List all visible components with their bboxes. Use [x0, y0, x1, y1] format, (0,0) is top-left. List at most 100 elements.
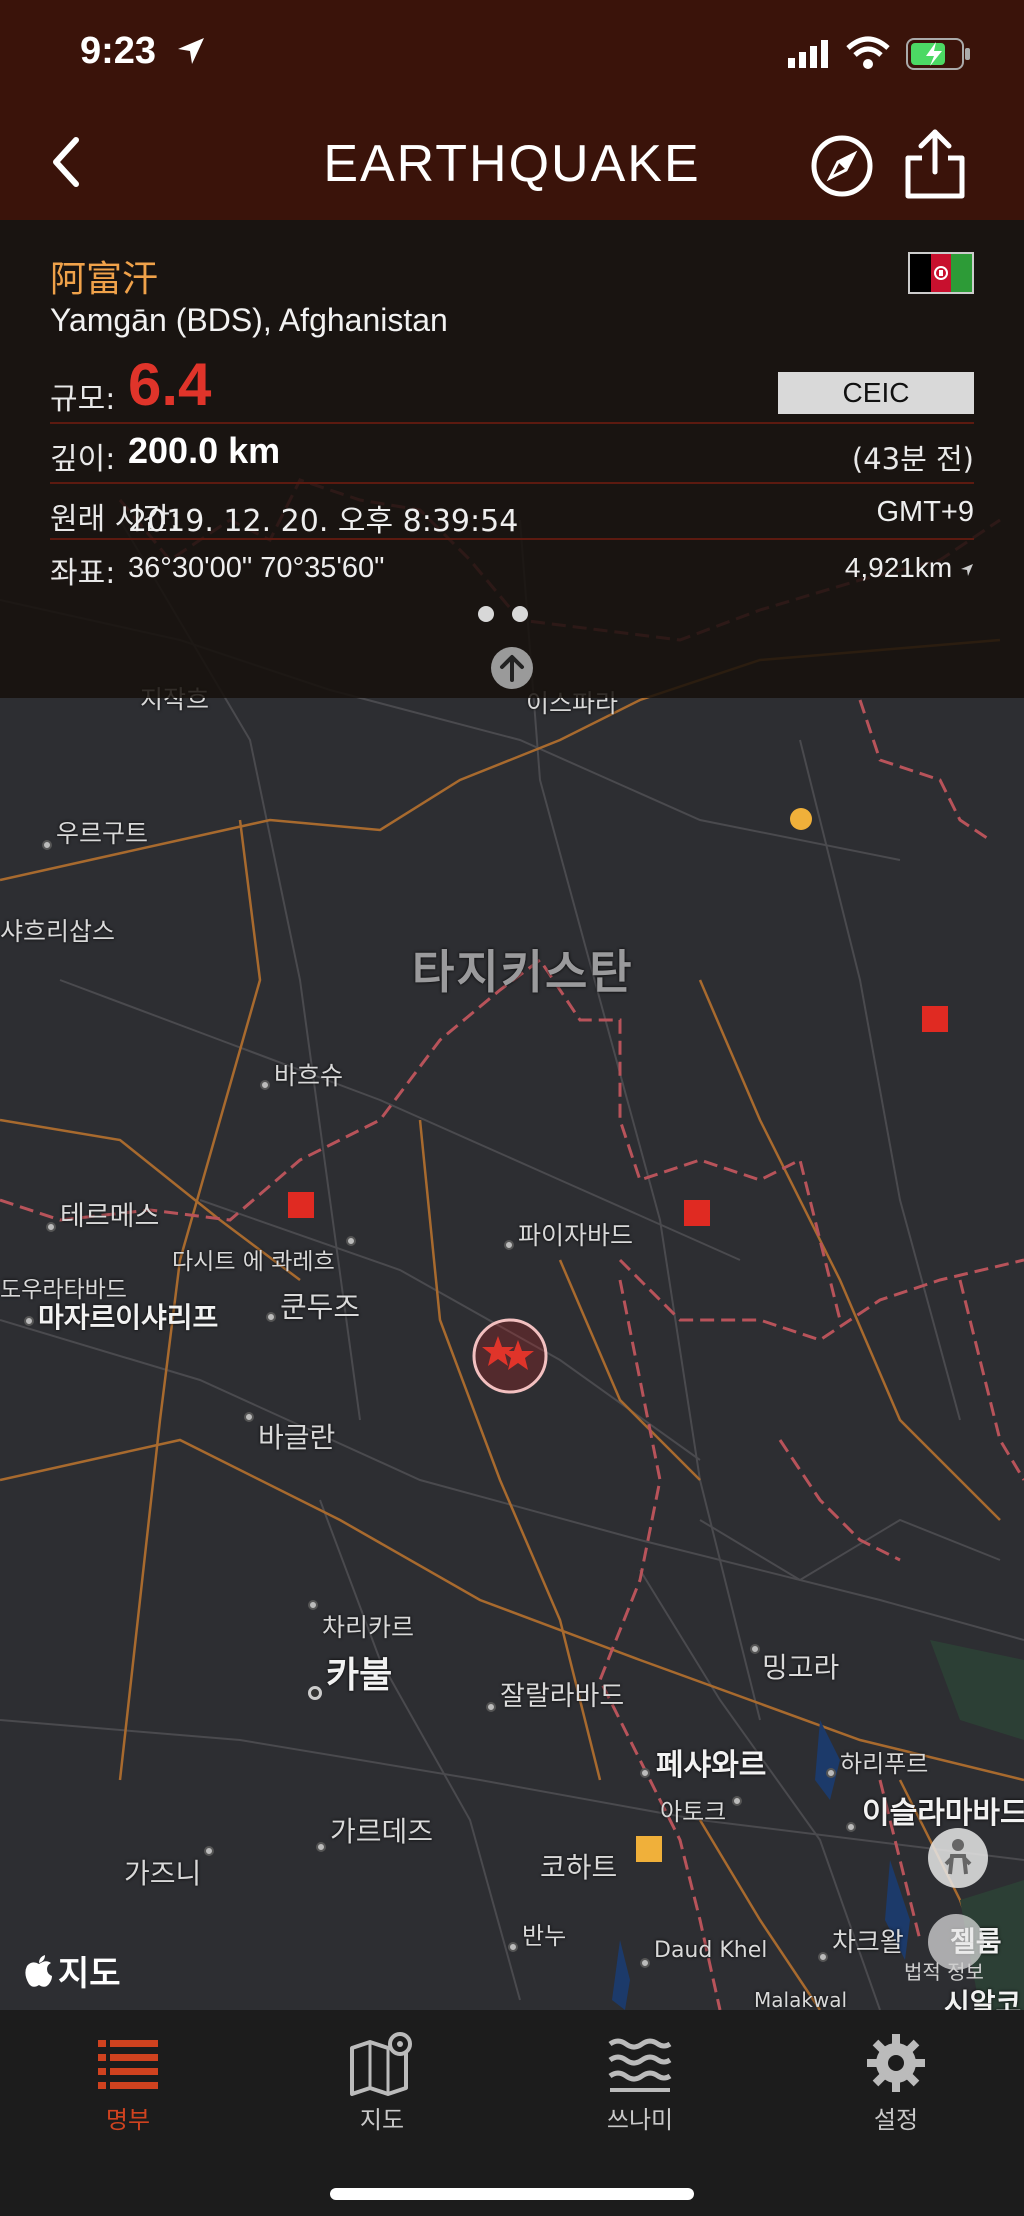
tab-map[interactable]: 지도: [292, 2030, 472, 2135]
city-dot: [244, 1412, 254, 1422]
apple-logo-icon: [25, 1954, 52, 1987]
city-dot: [750, 1644, 760, 1654]
city-label: 다시트 에 콰레흐: [172, 1249, 335, 1275]
city-dot: [42, 840, 52, 850]
tab-label: 지도: [359, 2106, 405, 2134]
city-label: 마자르이샤리프: [38, 1301, 219, 1334]
page-dot: [478, 606, 494, 622]
cellular-signal-icon: [788, 40, 828, 68]
quake-marker[interactable]: [922, 1006, 948, 1032]
city-dot: [46, 1222, 56, 1232]
city-label: 가르데즈: [330, 1815, 434, 1848]
tab-label: 쓰나미: [606, 2106, 674, 2134]
divider: [50, 482, 974, 484]
city-label: 차크왈: [832, 1928, 904, 1958]
maps-attribution[interactable]: 지도: [24, 1946, 121, 1995]
compass-icon[interactable]: [810, 134, 874, 198]
legal-link[interactable]: 법적 정보: [904, 1956, 984, 1985]
city-label: 시알코: [944, 1987, 1022, 2010]
quake-marker[interactable]: [684, 1200, 710, 1226]
city-dot: [640, 1958, 650, 1968]
origin-time-value: 2019. 12. 20. 오후 8:39:54: [128, 504, 519, 539]
person-icon: [944, 1839, 972, 1875]
quake-info-panel[interactable]: 阿富汗 Yamgān (BDS), Afghanistan 규모: 6.4 CE…: [0, 220, 1024, 698]
city-label: 잘랄라바드: [500, 1681, 625, 1712]
place-name: Yamgān (BDS), Afghanistan: [50, 302, 448, 338]
magnitude-value: 6.4: [128, 351, 212, 418]
divider: [50, 538, 974, 540]
city-label: 샤흐리삽스: [0, 917, 116, 946]
map-pin-icon: [350, 2032, 412, 2096]
distance-text: 4,921km: [844, 552, 953, 583]
tab-tsunami[interactable]: 쓰나미: [550, 2030, 730, 2135]
city-dot: [846, 1822, 856, 1832]
tab-settings[interactable]: 설정: [806, 2030, 986, 2135]
city-dot: [24, 1316, 34, 1326]
page-dot: [512, 606, 528, 622]
coordinates-value: 36°30'00" 70°35'60": [128, 552, 385, 584]
tab-bar: 명부 지도 쓰나미 설정: [0, 2010, 1024, 2216]
city-dot: [732, 1796, 742, 1806]
quake-marker[interactable]: [636, 1836, 662, 1862]
quake-marker[interactable]: [790, 808, 812, 830]
city-label: 파이자바드: [518, 1221, 634, 1250]
city-label: 바흐슈: [274, 1061, 344, 1090]
city-label: 밍고라: [762, 1651, 840, 1684]
city-dot: [346, 1236, 356, 1246]
city-label: 페샤와르: [656, 1748, 767, 1783]
page-indicator[interactable]: [478, 606, 528, 622]
city-dot: [308, 1600, 318, 1610]
list-icon: [98, 2040, 158, 2089]
city-label: 하리푸르: [840, 1750, 929, 1778]
wifi-icon: [846, 36, 890, 69]
city-label: 테르메스: [60, 1201, 160, 1232]
battery-charging-icon: [906, 38, 970, 70]
location-arrow-icon: [178, 38, 204, 64]
epicenter-star-icon[interactable]: [470, 1316, 550, 1396]
tab-label: 명부: [105, 2106, 151, 2134]
home-indicator[interactable]: [330, 2188, 694, 2200]
city-dot: [504, 1240, 514, 1250]
magnitude-label: 규모:: [50, 382, 116, 417]
person-location-button[interactable]: [928, 1828, 988, 1888]
distance-arrow-icon: [961, 564, 973, 576]
city-dot: [266, 1312, 276, 1322]
timezone: GMT+9: [876, 496, 975, 528]
gear-icon: [867, 2034, 925, 2092]
distance-value: 4,921km: [845, 552, 974, 584]
city-dot: [640, 1768, 650, 1778]
afghanistan-flag-icon: [908, 252, 974, 294]
city-dot: [316, 1842, 326, 1852]
collapse-up-arrow-icon[interactable]: [490, 646, 534, 690]
city-label: 반누: [522, 1922, 567, 1950]
city-label: 이슬라마바드: [862, 1796, 1024, 1831]
share-icon[interactable]: [904, 128, 966, 200]
source-badge[interactable]: CEIC: [778, 372, 974, 414]
status-bar: 9:23: [0, 0, 1024, 110]
depth-value: 200.0 km: [128, 430, 281, 471]
emblem-icon: [934, 266, 948, 280]
capital-dot: [308, 1686, 322, 1700]
status-time: 9:23: [80, 30, 157, 72]
city-label: 가즈니: [124, 1857, 202, 1890]
city-label: 차리카르: [322, 1613, 415, 1642]
city-label: Malakwal: [754, 1988, 848, 2010]
city-label: 코하트: [540, 1851, 618, 1884]
maps-attribution-label: 지도: [58, 1954, 121, 1994]
place-native-name: 阿富汗: [50, 259, 159, 300]
city-label: 아토크: [660, 1798, 727, 1826]
tab-list[interactable]: 명부: [38, 2030, 218, 2135]
city-dot: [826, 1768, 836, 1778]
country-label: 타지키스탄: [412, 945, 634, 999]
city-dot: [260, 1080, 270, 1090]
coordinates-label: 좌표:: [50, 556, 116, 591]
tab-label: 설정: [873, 2106, 919, 2134]
waves-icon: [608, 2038, 672, 2092]
city-label: 쿤두즈: [280, 1290, 361, 1324]
quake-marker[interactable]: [288, 1192, 314, 1218]
city-dot: [486, 1702, 496, 1712]
city-dot: [204, 1846, 214, 1856]
city-dot: [508, 1942, 518, 1952]
city-label: Daud Khel: [654, 1938, 768, 1963]
city-label: 우르구트: [56, 819, 149, 848]
